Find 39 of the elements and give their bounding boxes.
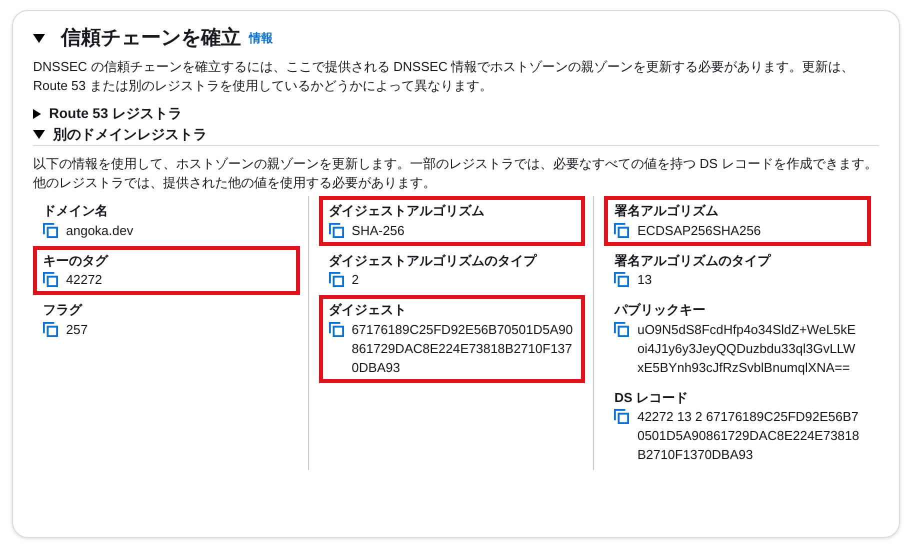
field-label: DS レコード (614, 388, 690, 406)
description-text: DNSSEC の信頼チェーンを確立するには、ここで提供される DNSSEC 情報でホストゾーンの親ゾーンを更新する必要があります。更新は、Route 53 または別のレジストラを使用しているかどうかによって異なります。 (33, 58, 856, 95)
copy-icon[interactable] (614, 322, 630, 336)
field-label: 署名アルゴリズムのタイプ (614, 252, 772, 270)
section-toggle[interactable]: Route 53 レジストラ (49, 103, 182, 124)
field-label: パブリックキー (614, 301, 706, 319)
collapse-icon[interactable] (33, 34, 45, 42)
copy-icon[interactable] (43, 322, 58, 336)
field-value: 67176189C25FD92E56B70501D5A90861729DAC8E224E73818B2710F1370DBA93 (352, 320, 574, 376)
panel-title: 信頼チェーンを確立 (61, 26, 241, 51)
copy-icon[interactable] (614, 222, 630, 238)
field-value: 42272 13 2 67176189C25FD92E56B70501D5A90861729DAC8E224E73818B2710F1370DBA93 (637, 408, 860, 464)
section-toggle[interactable]: 別のドメインレジストラ (53, 124, 207, 145)
field-value: SHA-256 (352, 222, 404, 240)
collapse-icon[interactable] (33, 130, 45, 139)
copy-icon[interactable] (43, 222, 58, 238)
copy-icon[interactable] (328, 222, 344, 238)
field-label: キーのタグ (43, 252, 110, 270)
field-label: ダイジェスト (328, 301, 408, 319)
copy-icon[interactable] (43, 272, 58, 287)
info-link[interactable]: 情報 (249, 29, 273, 47)
field-label: ダイジェストアルゴリズムのタイプ (328, 252, 538, 270)
field-value: 2 (352, 271, 359, 289)
section-description: 以下の情報を使用して、ホストゾーンの親ゾーンを更新します。一部のレジストラでは、必要なすべての値を持つ DS レコードを作成できます。他のレジストラでは、提供された他の値を使用する必要があります。 (33, 155, 878, 192)
field-value: angoka.dev (66, 222, 134, 240)
field-value: uO9N5dS8FcdHfp4o34SldZ+WeL5kEoi4J1y6y3JeyQQDuzbdu33ql3GvLLWxE5BYnh93cJfRzSvblBnumqlXNA== (637, 320, 857, 376)
field-value: 42272 (66, 271, 102, 289)
copy-icon[interactable] (614, 409, 630, 424)
copy-icon[interactable] (328, 272, 344, 287)
field-value: 257 (66, 320, 88, 338)
field-label: フラグ (43, 301, 84, 319)
field-value: 13 (637, 271, 652, 289)
field-label: ドメイン名 (43, 202, 109, 220)
copy-icon[interactable] (328, 322, 344, 336)
field-label: ダイジェストアルゴリズム (328, 202, 486, 220)
field-label: 署名アルゴリズム (614, 202, 720, 220)
copy-icon[interactable] (614, 272, 630, 287)
expand-icon[interactable] (33, 108, 41, 118)
field-value: ECDSAP256SHA256 (637, 222, 761, 240)
